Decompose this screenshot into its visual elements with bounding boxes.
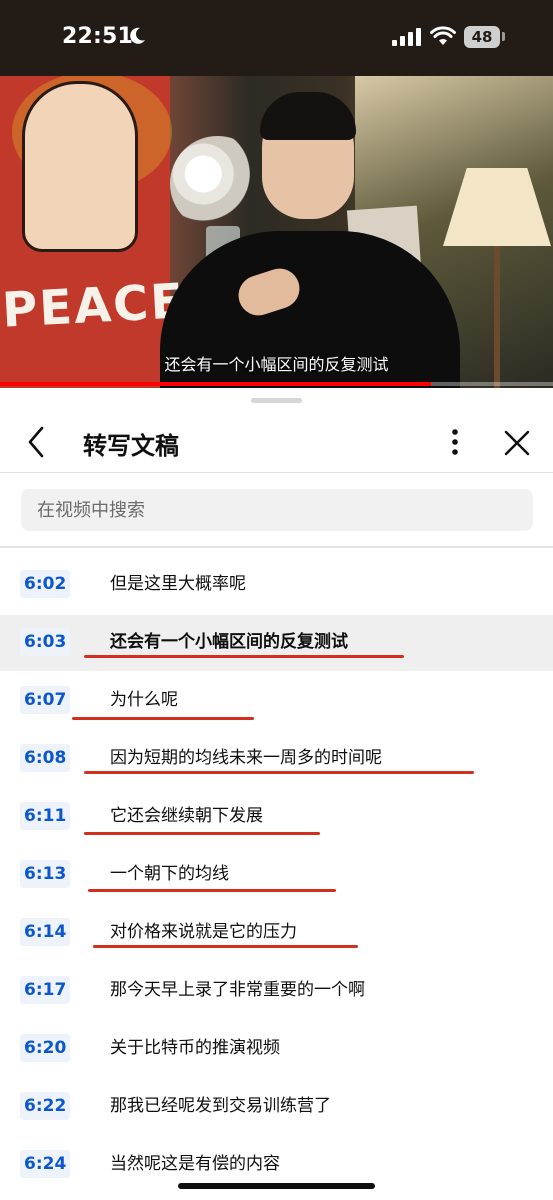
segment-text: 对价格来说就是它的压力	[110, 922, 297, 942]
mural-left: PEACE	[0, 76, 186, 388]
segment-text: 还会有一个小幅区间的反复测试	[110, 632, 348, 652]
status-time: 22:51	[62, 24, 134, 49]
more-options-icon[interactable]	[440, 426, 470, 458]
red-underline-annotation	[93, 945, 358, 948]
status-bar: 22:51 48	[0, 0, 553, 76]
transcript-row[interactable]: 6:20 关于比特币的推演视频	[0, 1021, 553, 1077]
segment-text: 那我已经呢发到交易训练营了	[110, 1096, 331, 1116]
red-underline-annotation	[88, 889, 336, 892]
home-indicator[interactable]	[178, 1183, 375, 1189]
segment-timestamp[interactable]: 6:20	[20, 1034, 71, 1062]
video-progress-fill	[0, 382, 432, 386]
transcript-row[interactable]: 6:03 还会有一个小幅区间的反复测试	[0, 615, 553, 671]
segment-timestamp[interactable]: 6:14	[20, 918, 71, 946]
mural-peace-text: PEACE	[0, 273, 187, 339]
red-underline-annotation	[84, 771, 474, 774]
segment-timestamp[interactable]: 6:22	[20, 1092, 71, 1120]
red-underline-annotation	[84, 832, 320, 835]
transcript-row[interactable]: 6:13 一个朝下的均线	[0, 847, 553, 903]
battery-indicator: 48	[464, 26, 500, 48]
transcript-row[interactable]: 6:11 它还会继续朝下发展	[0, 789, 553, 845]
sheet-drag-handle[interactable]	[251, 398, 302, 403]
segment-text: 为什么呢	[110, 690, 178, 710]
segment-timestamp[interactable]: 6:13	[20, 860, 71, 888]
segment-text: 它还会继续朝下发展	[110, 806, 263, 826]
panel-title: 转写文稿	[83, 432, 179, 460]
transcript-row[interactable]: 6:08 因为短期的均线未来一周多的时间呢	[0, 731, 553, 787]
segment-timestamp[interactable]: 6:02	[20, 570, 71, 598]
red-underline-annotation	[84, 655, 404, 658]
presenter-hair	[260, 92, 356, 140]
segment-timestamp[interactable]: 6:03	[20, 628, 71, 656]
segment-timestamp[interactable]: 6:24	[20, 1150, 71, 1178]
wifi-icon	[430, 26, 456, 45]
header-divider	[0, 472, 553, 473]
transcript-row[interactable]: 6:22 那我已经呢发到交易训练营了	[0, 1079, 553, 1135]
video-subtitle: 还会有一个小幅区间的反复测试	[164, 355, 389, 374]
segment-text: 一个朝下的均线	[110, 864, 229, 884]
transcript-row[interactable]: 6:14 对价格来说就是它的压力	[0, 905, 553, 961]
segment-timestamp[interactable]: 6:07	[20, 686, 71, 714]
segment-text: 那今天早上录了非常重要的一个啊	[110, 980, 365, 1000]
moon-icon	[130, 27, 145, 44]
battery-tip	[502, 32, 505, 41]
segment-timestamp[interactable]: 6:08	[20, 744, 71, 772]
close-icon[interactable]	[500, 426, 534, 460]
transcript-row[interactable]: 6:02 但是这里大概率呢	[0, 557, 553, 613]
segment-timestamp[interactable]: 6:11	[20, 802, 71, 830]
segment-text: 关于比特币的推演视频	[110, 1038, 280, 1058]
red-underline-annotation	[72, 717, 254, 720]
transcript-row[interactable]: 6:17 那今天早上录了非常重要的一个啊	[0, 963, 553, 1019]
search-divider	[0, 546, 553, 548]
video-player[interactable]: PEACE 还会有一个小幅区间的反复测试	[0, 76, 553, 388]
back-chevron-icon[interactable]	[22, 424, 54, 460]
mural-figure	[22, 81, 138, 252]
segment-text: 当然呢这是有偿的内容	[110, 1154, 280, 1174]
segment-text: 因为短期的均线未来一周多的时间呢	[110, 748, 382, 768]
transcript-row[interactable]: 6:07 为什么呢	[0, 673, 553, 729]
cellular-signal-icon	[392, 28, 421, 46]
flower-bouquet	[170, 136, 265, 231]
segment-timestamp[interactable]: 6:17	[20, 976, 71, 1004]
transcript-search-input[interactable]	[21, 489, 533, 531]
segment-text: 但是这里大概率呢	[110, 574, 246, 594]
